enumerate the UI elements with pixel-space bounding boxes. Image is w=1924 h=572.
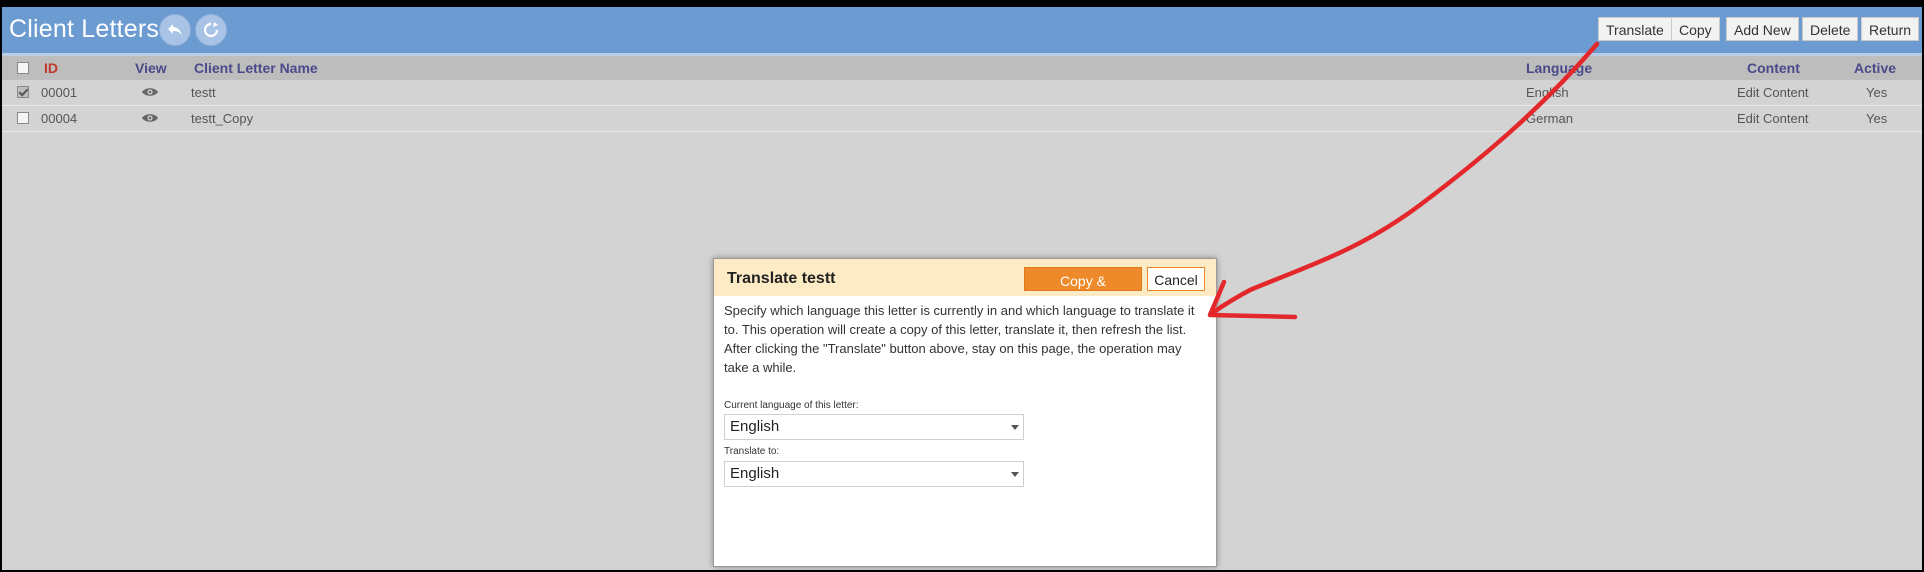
row-id: 00001 (41, 85, 78, 100)
row-active: Yes (1866, 111, 1888, 126)
translate-to-value: English (730, 465, 780, 482)
row-language: English (1526, 85, 1569, 100)
copy-button[interactable]: Copy (1671, 17, 1720, 41)
translate-dialog: Translate testt Copy & Translate Cancel … (713, 258, 1217, 567)
description-text: Specify which language this letter is cu… (724, 303, 1195, 337)
row-language: German (1526, 111, 1573, 126)
row-id: 00004 (41, 111, 78, 126)
view-eye-icon[interactable] (142, 113, 158, 123)
table-header: ID View Client Letter Name Language Cont… (2, 56, 1922, 80)
row-checkbox[interactable] (17, 86, 29, 98)
chevron-down-icon (1011, 425, 1019, 430)
column-header-content: Content (1747, 60, 1800, 76)
row-name: testt_Copy (191, 111, 254, 126)
undo-icon[interactable] (159, 14, 191, 46)
return-button[interactable]: Return (1861, 17, 1920, 41)
add-new-button[interactable]: Add New (1726, 17, 1799, 41)
column-header-name[interactable]: Client Letter Name (194, 60, 318, 76)
column-header-language[interactable]: Language (1526, 60, 1592, 76)
current-language-value: English (730, 418, 780, 435)
row-checkbox[interactable] (17, 112, 29, 124)
app-window: Client Letters Translate Copy Add New De… (2, 7, 1922, 570)
column-header-id[interactable]: ID (44, 60, 58, 76)
table-row[interactable]: 00001 testt English Edit Content Yes (2, 80, 1922, 106)
translate-to-label: Translate to: (724, 446, 780, 457)
description-note: After clicking the "Translate" button ab… (724, 341, 1182, 375)
translate-button[interactable]: Translate (1598, 17, 1672, 41)
refresh-icon[interactable] (195, 14, 227, 46)
edit-content-link[interactable]: Edit Content (1737, 85, 1809, 100)
header-bar: Client Letters Translate Copy Add New De… (2, 7, 1922, 56)
column-header-active[interactable]: Active (1854, 60, 1896, 76)
column-header-view: View (135, 60, 167, 76)
current-language-label: Current language of this letter: (724, 400, 859, 411)
cancel-button[interactable]: Cancel (1147, 267, 1205, 291)
table-row[interactable]: 00004 testt_Copy German Edit Content Yes (2, 106, 1922, 132)
row-name: testt (191, 85, 216, 100)
dialog-header: Translate testt Copy & Translate Cancel (714, 259, 1216, 313)
current-language-select[interactable]: English (724, 414, 1024, 440)
dialog-description: Specify which language this letter is cu… (724, 301, 1206, 377)
copy-and-translate-button[interactable]: Copy & Translate (1024, 267, 1142, 313)
delete-button[interactable]: Delete (1802, 17, 1859, 41)
view-eye-icon[interactable] (142, 87, 158, 97)
page-title: Client Letters (9, 15, 160, 43)
chevron-down-icon (1011, 472, 1019, 477)
select-all-checkbox[interactable] (17, 62, 29, 74)
translate-to-select[interactable]: English (724, 461, 1024, 487)
edit-content-link[interactable]: Edit Content (1737, 111, 1809, 126)
row-active: Yes (1866, 85, 1888, 100)
dialog-title: Translate testt (727, 270, 836, 287)
